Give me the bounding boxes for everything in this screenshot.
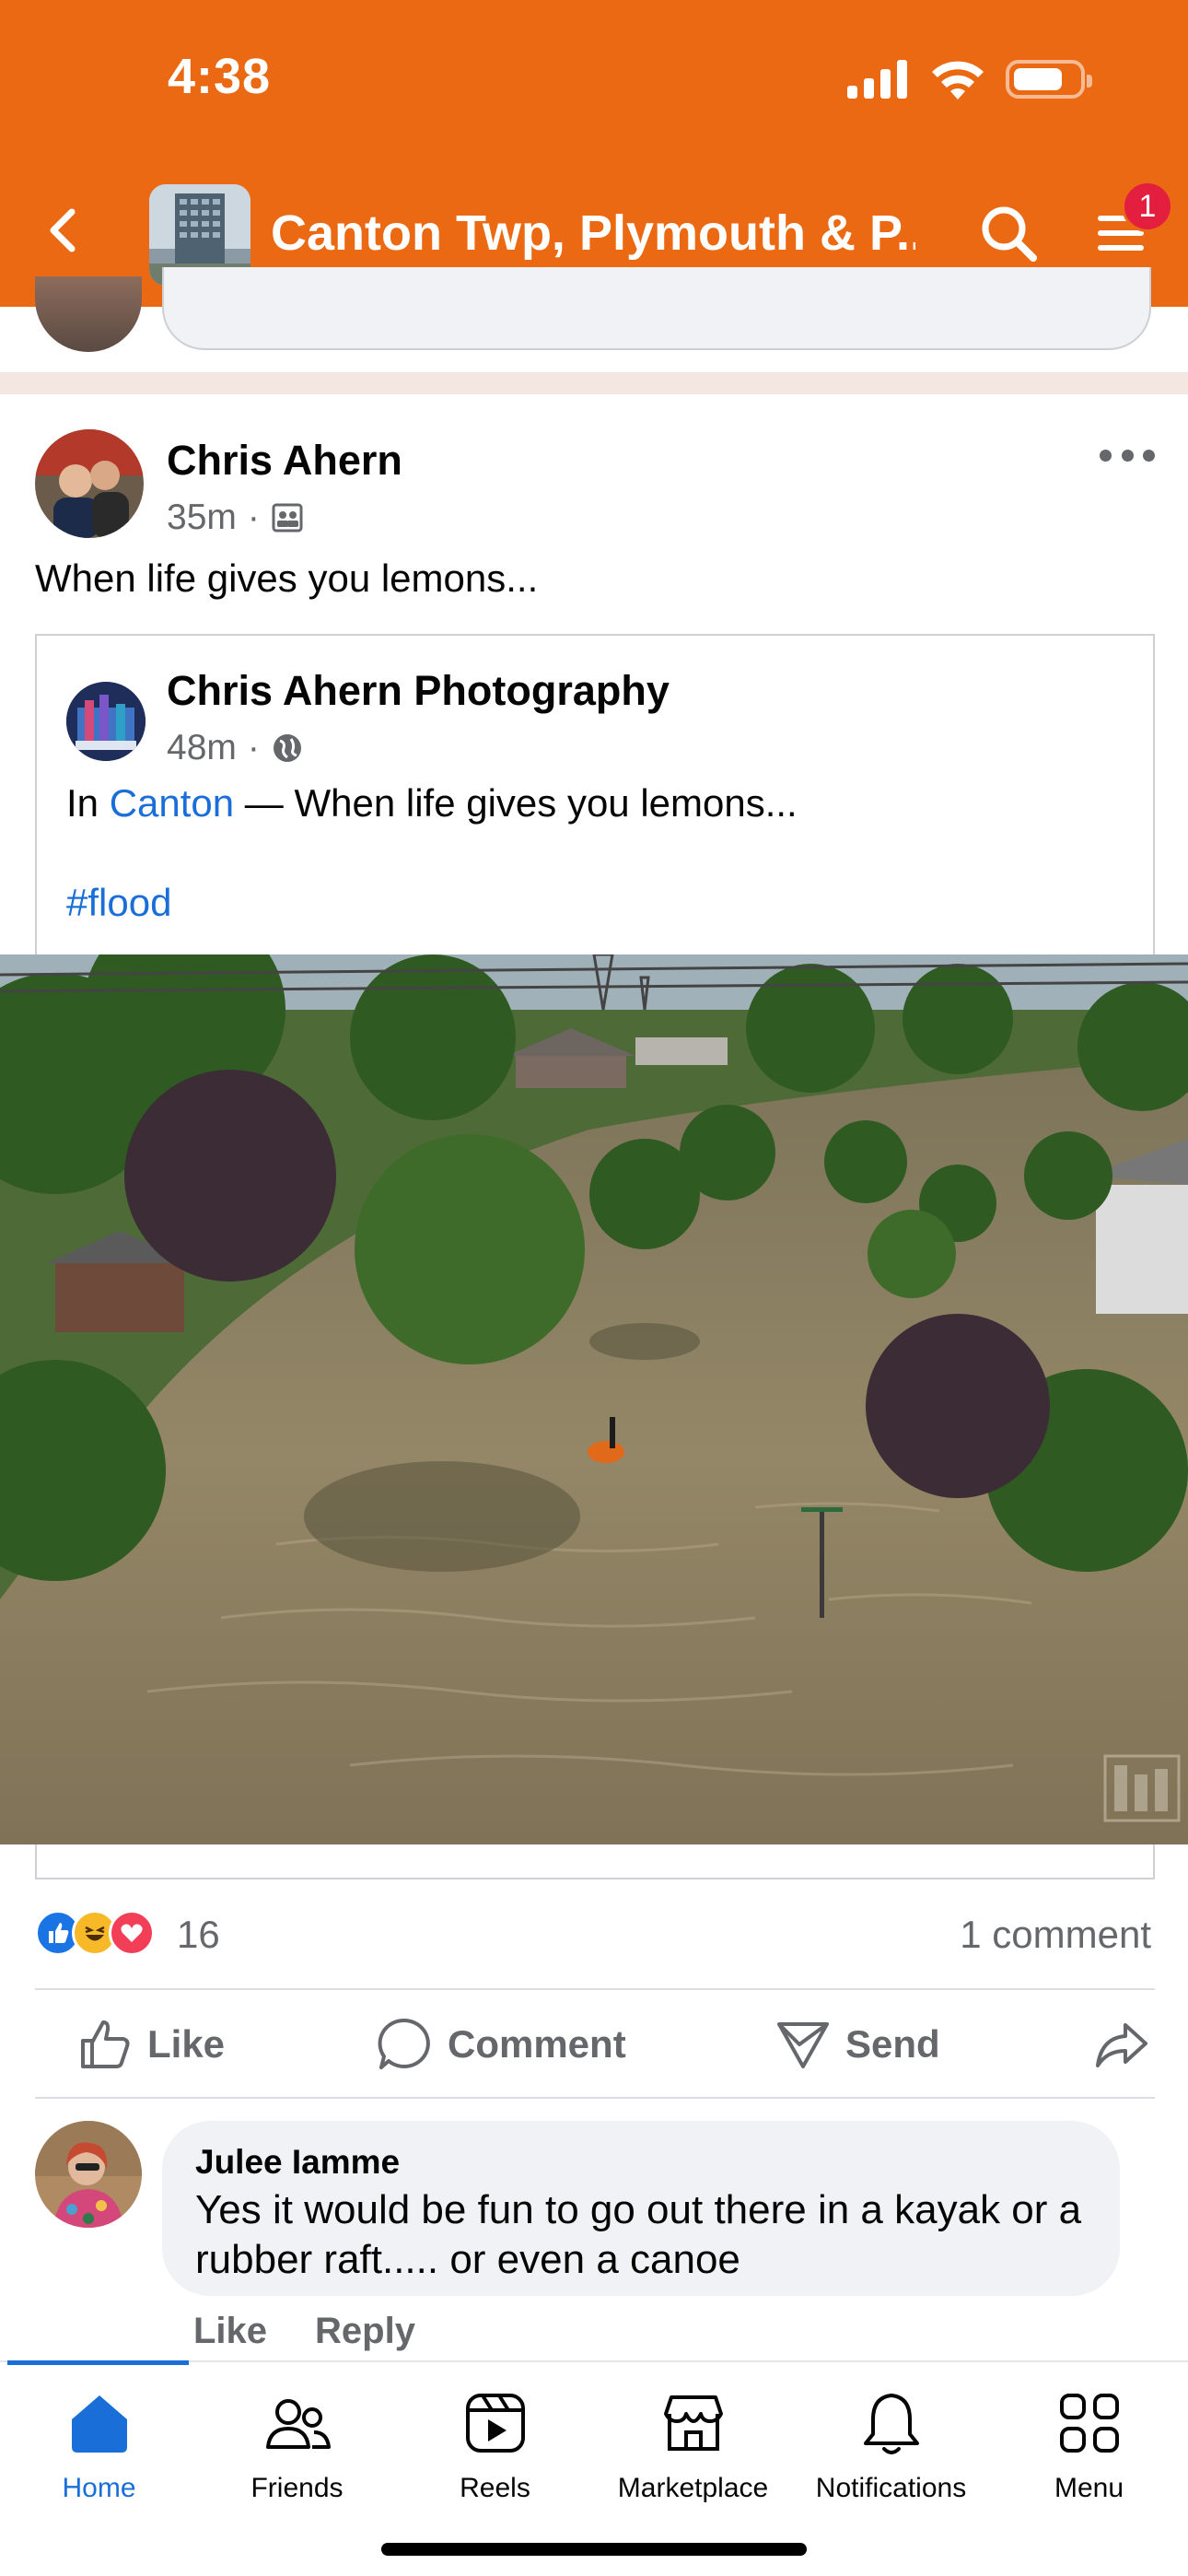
tab-menu[interactable]: Menu	[990, 2386, 1188, 2504]
comment-label: Comment	[448, 2022, 626, 2066]
comment-author-name[interactable]: Julee Iamme	[195, 2143, 1087, 2182]
share-icon[interactable]	[1094, 2020, 1149, 2071]
bell-icon	[863, 2394, 919, 2454]
tab-label: Marketplace	[617, 2473, 769, 2503]
tab-label: Menu	[1054, 2473, 1124, 2503]
cellular-signal-icon	[847, 60, 907, 99]
post-photo[interactable]	[0, 954, 1188, 1844]
tab-label: Notifications	[815, 2473, 967, 2503]
friends-icon	[265, 2399, 331, 2449]
post-time: 35m	[167, 498, 237, 537]
shared-author-avatar[interactable]	[66, 682, 146, 761]
comment-count[interactable]: 1 comment	[960, 1913, 1151, 1957]
meta-separator: ·	[247, 728, 260, 767]
home-icon	[71, 2395, 127, 2453]
tab-marketplace[interactable]: Marketplace	[594, 2386, 792, 2504]
send-icon	[777, 2022, 829, 2068]
comment-text: Yes it would be fun to go out there in a…	[195, 2187, 1082, 2282]
comment-like-button[interactable]: Like	[193, 2311, 267, 2352]
divider	[35, 2097, 1155, 2099]
like-label: Like	[147, 2022, 226, 2066]
comment-bubble[interactable]: Julee Iamme Yes it would be fun to go ou…	[162, 2121, 1120, 2296]
author-avatar[interactable]	[35, 429, 144, 538]
tab-reels[interactable]: Reels	[396, 2386, 594, 2504]
notification-badge: 1	[1122, 181, 1173, 232]
tab-friends[interactable]: Friends	[198, 2386, 396, 2504]
shared-post-meta: 48m ·	[167, 728, 304, 768]
location-link[interactable]: Canton	[110, 781, 234, 825]
comment-actions: Like Reply	[193, 2311, 415, 2352]
battery-icon	[1006, 60, 1092, 99]
shared-text-suffix: — When life gives you lemons...	[234, 781, 798, 825]
group-members-icon	[272, 503, 303, 533]
tab-label: Home	[62, 2473, 136, 2503]
back-arrow-icon[interactable]	[39, 205, 90, 256]
reaction-count[interactable]: 16	[177, 1913, 220, 1957]
status-time: 4:38	[168, 49, 272, 104]
comment-bubble-icon	[378, 2018, 430, 2069]
tab-label: Friends	[250, 2473, 344, 2503]
post-meta: 35m ·	[167, 498, 304, 538]
tab-label: Reels	[460, 2473, 530, 2503]
meta-separator: ·	[247, 498, 260, 537]
post-text: When life gives you lemons...	[35, 556, 539, 600]
hashtag-link[interactable]: #flood	[66, 881, 171, 925]
top-bar: 4:38 Canton Twp, Plymouth & P... 1	[0, 0, 1188, 307]
comment-button[interactable]: Comment	[376, 2016, 626, 2073]
group-title[interactable]: Canton Twp, Plymouth & P...	[271, 205, 915, 262]
tab-home[interactable]: Home	[0, 2386, 198, 2504]
more-options-icon[interactable]	[1100, 437, 1155, 474]
send-label: Send	[845, 2022, 940, 2066]
wifi-icon	[932, 61, 984, 100]
search-icon[interactable]	[976, 201, 1042, 267]
marketplace-icon	[663, 2395, 723, 2451]
like-button[interactable]: Like	[77, 2016, 225, 2073]
commenter-avatar	[35, 276, 142, 352]
globe-icon	[273, 734, 301, 762]
shared-post-time: 48m	[167, 728, 237, 767]
comment-reply-button[interactable]: Reply	[315, 2311, 415, 2352]
divider	[35, 1988, 1155, 1990]
home-indicator[interactable]	[381, 2543, 807, 2556]
send-button[interactable]: Send	[775, 2016, 940, 2073]
shared-post-text: In Canton — When life gives you lemons..…	[66, 781, 798, 825]
shared-text-prefix: In	[66, 781, 110, 825]
reactions-summary[interactable]	[35, 1910, 155, 1956]
tab-notifications[interactable]: Notifications	[792, 2386, 990, 2504]
active-tab-indicator	[7, 2360, 189, 2365]
status-icons	[847, 57, 1092, 101]
post-divider	[0, 372, 1188, 394]
love-reaction-icon	[109, 1910, 155, 1956]
reels-icon	[465, 2394, 525, 2453]
write-comment-field[interactable]	[162, 267, 1151, 350]
menu-grid-icon	[1059, 2394, 1119, 2453]
comment-author-avatar[interactable]	[35, 2121, 142, 2228]
thumbs-up-icon	[81, 2020, 130, 2068]
shared-author-name[interactable]: Chris Ahern Photography	[167, 667, 670, 715]
author-name[interactable]: Chris Ahern	[167, 437, 402, 485]
